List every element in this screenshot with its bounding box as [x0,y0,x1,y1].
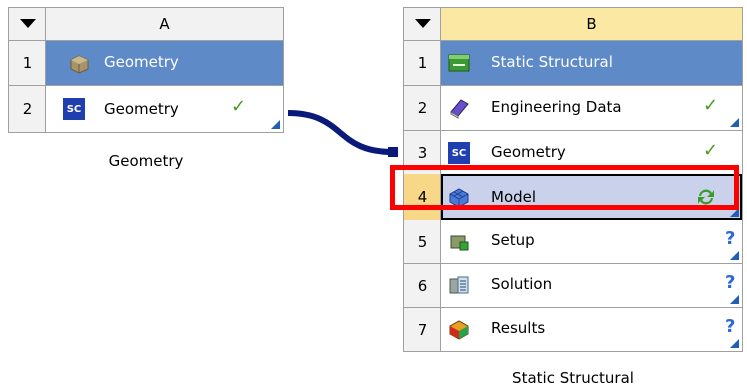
highlight-box [390,165,739,210]
corner-arrow-icon[interactable] [730,339,739,348]
check-icon: ✓ [231,96,247,117]
question-icon: ? [725,272,736,293]
system-b-row-7[interactable]: 7 Results ? [404,308,742,351]
dropdown-triangle-icon [414,19,431,28]
cell-label: Static Structural [491,53,613,71]
cell-label: Geometry [491,143,566,161]
cell-label: Geometry [104,100,179,118]
system-a-row-1[interactable]: 1 Geometry [9,41,283,85]
check-icon: ✓ [703,140,719,161]
row-number: 2 [404,86,441,130]
setup-icon [448,230,470,252]
cell-setup[interactable]: Setup ? [441,220,742,263]
cell-results[interactable]: Results ? [441,308,742,351]
system-b-row-2[interactable]: 2 Engineering Data ✓ [404,86,742,130]
question-icon: ? [725,228,736,249]
corner-arrow-icon[interactable] [271,120,280,129]
cell-label: Setup [491,231,535,249]
row-number: 1 [9,41,46,85]
cell-engineering-data[interactable]: Engineering Data ✓ [441,86,742,130]
corner-arrow-icon[interactable] [730,295,739,304]
system-b-caption[interactable]: Static Structural [403,369,743,387]
engineering-data-book-icon [448,97,470,119]
row-number: 2 [9,86,46,132]
cell-label: Results [491,319,546,337]
system-menu-arrow[interactable] [9,8,46,40]
check-icon: ✓ [703,95,719,116]
cell-label: Geometry [104,53,179,71]
row-number: 6 [404,264,441,307]
system-a-header: A [9,8,283,40]
spaceclaim-sc-icon: SC [448,142,470,164]
static-structural-icon [448,52,470,74]
system-b-row-6[interactable]: 6 Solution ? [404,264,742,307]
cell-label: Solution [491,275,553,293]
solution-icon [448,274,470,296]
cell-geometry[interactable]: SC Geometry ✓ [46,86,283,132]
row-number: 7 [404,308,441,351]
corner-arrow-icon[interactable] [730,118,739,127]
system-a-row-2[interactable]: 2 SC Geometry ✓ [9,86,283,132]
dropdown-triangle-icon [19,19,36,28]
cell-label: Engineering Data [491,98,622,116]
system-b-row-1[interactable]: 1 Static Structural [404,41,742,85]
question-icon: ? [725,316,736,337]
corner-arrow-icon[interactable] [730,251,739,260]
row-number: 1 [404,41,441,85]
cell-solution[interactable]: Solution ? [441,264,742,307]
column-letter: B [441,8,742,40]
spaceclaim-sc-icon: SC [63,98,85,120]
system-a-caption[interactable]: Geometry [8,152,284,170]
system-a-table[interactable]: A 1 Geometry 2 SC Geometry ✓ [8,7,284,133]
row-number: 5 [404,220,441,263]
system-menu-arrow[interactable] [404,8,441,40]
cell-geometry-selected[interactable]: Geometry [46,41,283,85]
system-b-header: B [404,8,742,40]
column-letter: A [159,15,170,33]
geometry-block-icon [68,52,90,74]
cell-static-structural-selected[interactable]: Static Structural [441,41,742,85]
system-b-row-5[interactable]: 5 Setup ? [404,220,742,263]
results-icon [448,318,470,340]
